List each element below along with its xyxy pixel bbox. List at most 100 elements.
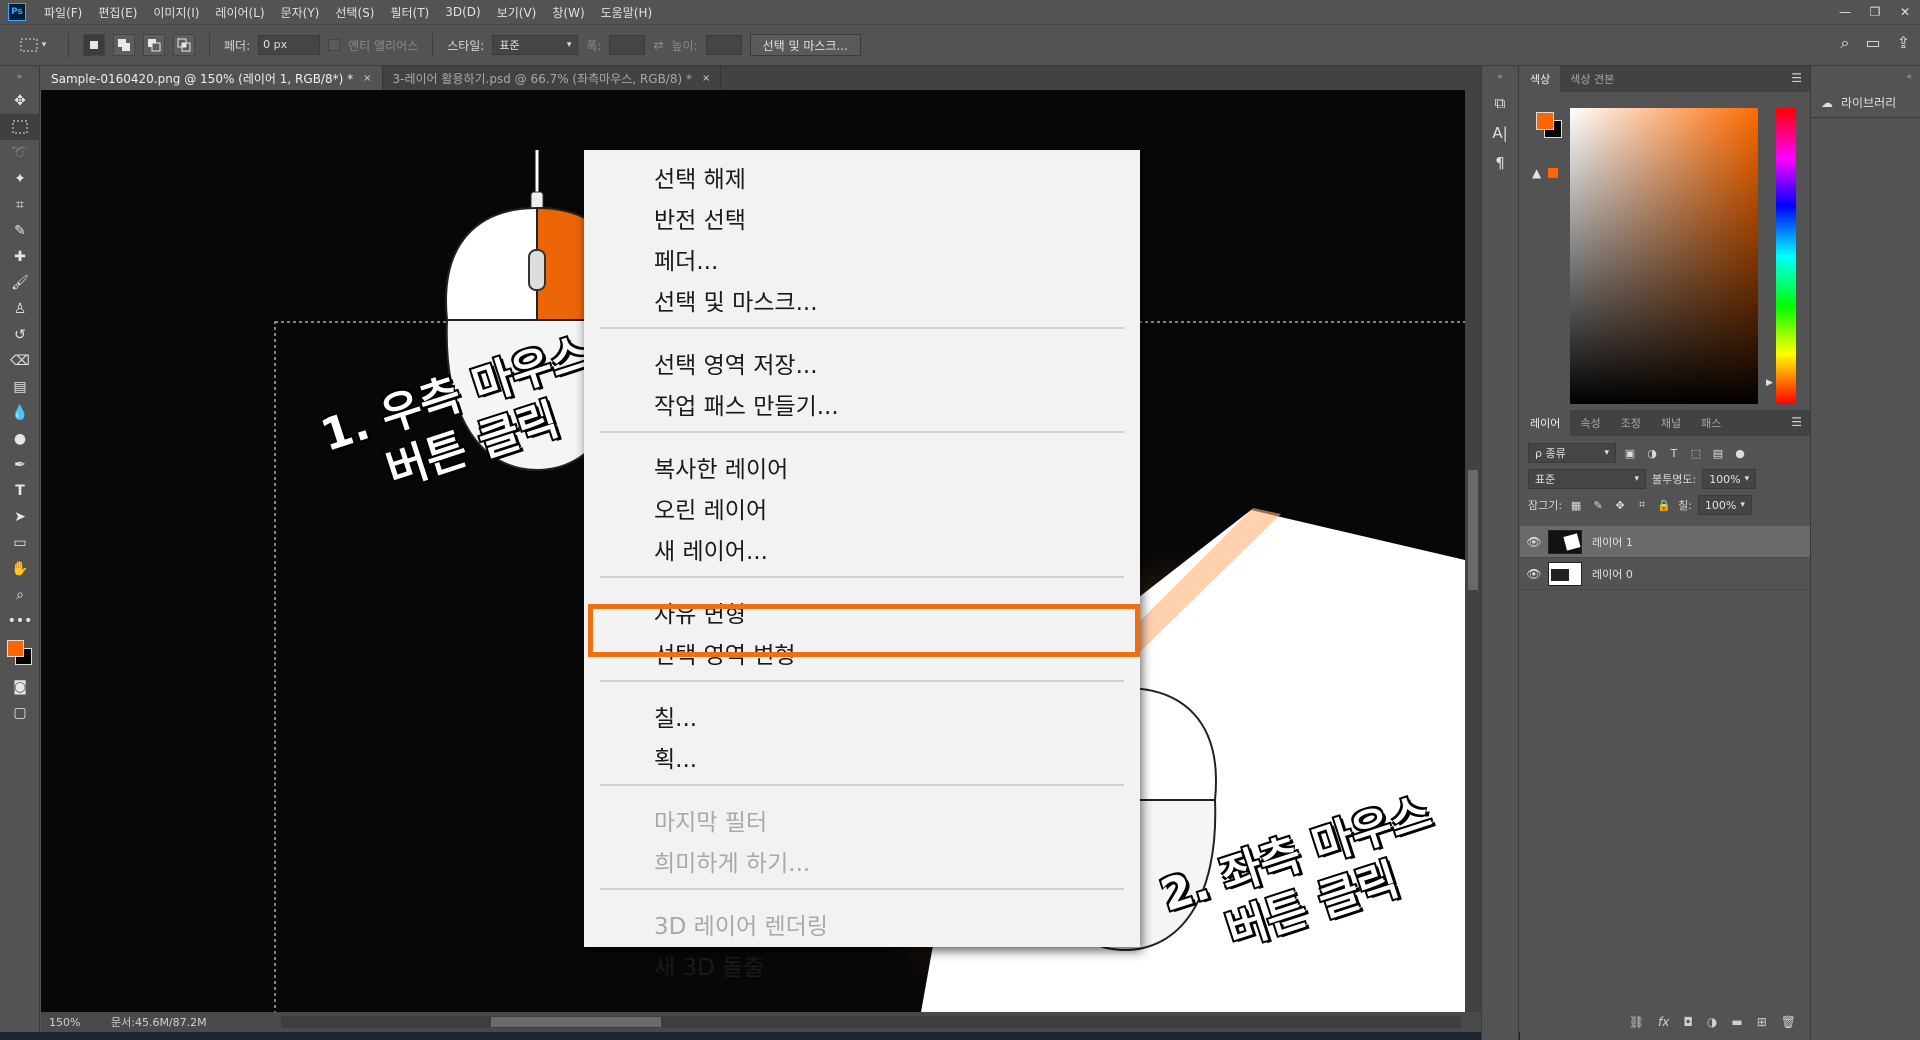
menu-file[interactable]: 파일(F) <box>36 4 90 21</box>
adjustment-filter-icon[interactable]: ◑ <box>1644 445 1660 461</box>
menu-image[interactable]: 이미지(I) <box>145 4 207 21</box>
tab-adjustments[interactable]: 조정 <box>1611 410 1651 436</box>
menu-item-transform-selection[interactable]: 선택 영역 변형 <box>584 632 1140 673</box>
panel-menu-icon[interactable]: ☰ <box>1791 415 1802 429</box>
height-input[interactable] <box>705 35 742 55</box>
rectangle-tool-icon[interactable]: ▭ <box>0 530 40 556</box>
add-selection-button[interactable] <box>113 34 135 56</box>
eraser-tool-icon[interactable]: ⌫ <box>0 348 40 374</box>
workspace-icon[interactable]: ▭ <box>1865 33 1880 53</box>
menu-item-new-3d-extrusion[interactable]: 새 3D 돌출 <box>584 944 1140 985</box>
layer-name[interactable]: 레이어 0 <box>1592 566 1633 582</box>
menu-item-inverse[interactable]: 반전 선택 <box>584 197 1140 238</box>
menu-item-layer-via-cut[interactable]: 오린 레이어 <box>584 487 1140 528</box>
filter-toggle-icon[interactable]: ● <box>1732 445 1748 461</box>
style-select[interactable]: 표준 ▾ <box>492 35 579 55</box>
fx-icon[interactable]: fx <box>1658 1015 1669 1029</box>
close-window-button[interactable]: ✕ <box>1890 0 1920 24</box>
menu-select[interactable]: 선택(S) <box>327 4 382 21</box>
lasso-tool-icon[interactable]: ➰ <box>0 140 40 166</box>
blend-mode-select[interactable]: 표준 ▾ <box>1528 469 1646 489</box>
width-input[interactable] <box>609 35 646 55</box>
menu-item-free-transform[interactable]: 자유 변형 <box>584 591 1140 632</box>
collapse-icon[interactable]: « <box>1811 66 1920 88</box>
vertical-scrollbar[interactable] <box>1465 90 1481 1012</box>
color-field[interactable] <box>1570 108 1758 404</box>
tab-swatches[interactable]: 색상 견본 <box>1560 66 1624 92</box>
intersect-selection-button[interactable] <box>173 34 195 56</box>
search-icon[interactable]: ⌕ <box>1841 33 1850 53</box>
trash-icon[interactable]: 🗑 <box>1781 1015 1796 1029</box>
marquee-tool-icon[interactable] <box>0 114 40 140</box>
screen-mode-icon[interactable]: ▢ <box>0 700 40 726</box>
select-and-mask-button[interactable]: 선택 및 마스크... <box>749 34 861 56</box>
type-tool-icon[interactable]: T <box>0 478 40 504</box>
shape-filter-icon[interactable]: ⬚ <box>1688 445 1704 461</box>
menu-window[interactable]: 창(W) <box>544 4 592 21</box>
paragraph-icon[interactable]: ¶ <box>1482 148 1518 178</box>
menu-view[interactable]: 보기(V) <box>489 4 545 21</box>
adjustment-layer-icon[interactable]: ◑ <box>1707 1015 1717 1029</box>
eye-icon[interactable]: 👁 <box>1520 535 1548 549</box>
smart-object-filter-icon[interactable]: ▤ <box>1710 445 1726 461</box>
feather-input[interactable]: 0 px <box>258 35 321 55</box>
panel-menu-icon[interactable]: ☰ <box>1791 71 1802 85</box>
menu-item-layer-via-copy[interactable]: 복사한 레이어 <box>584 446 1140 487</box>
color-swatches[interactable] <box>0 634 40 674</box>
add-mask-icon[interactable]: ◘ <box>1683 1015 1693 1029</box>
tool-preset-picker[interactable]: ▾ <box>12 32 54 58</box>
clone-stamp-tool-icon[interactable]: ♙ <box>0 296 40 322</box>
eyedropper-tool-icon[interactable]: ✎ <box>0 218 40 244</box>
minimize-button[interactable]: — <box>1830 0 1860 24</box>
scroll-thumb[interactable] <box>491 1017 661 1027</box>
lock-artboard-icon[interactable]: ⌗ <box>1634 497 1650 513</box>
close-icon[interactable]: × <box>702 73 710 84</box>
path-selection-tool-icon[interactable]: ➤ <box>0 504 40 530</box>
crop-tool-icon[interactable]: ⌗ <box>0 192 40 218</box>
link-layers-icon[interactable]: ⛓ <box>1629 1015 1644 1029</box>
menu-filter[interactable]: 필터(T) <box>382 4 437 21</box>
menu-type[interactable]: 문자(Y) <box>273 4 328 21</box>
lock-transparency-icon[interactable]: ▦ <box>1568 497 1584 513</box>
character-icon[interactable]: A| <box>1482 118 1518 148</box>
swap-icon[interactable]: ⇄ <box>653 38 663 52</box>
magic-wand-tool-icon[interactable]: ✦ <box>0 166 40 192</box>
menu-item-fill[interactable]: 칠... <box>584 695 1140 736</box>
blur-tool-icon[interactable]: 💧 <box>0 400 40 426</box>
tab-paths[interactable]: 패스 <box>1691 410 1731 436</box>
menu-layer[interactable]: 레이어(L) <box>207 4 272 21</box>
gamut-swatch[interactable] <box>1548 168 1558 178</box>
scroll-thumb[interactable] <box>1468 470 1478 590</box>
library-button[interactable]: ☁ 라이브러리 <box>1811 88 1920 118</box>
move-tool-icon[interactable]: ✥ <box>0 88 40 114</box>
menu-item-make-work-path[interactable]: 작업 패스 만들기... <box>584 383 1140 424</box>
collapse-icon[interactable]: « <box>1482 66 1518 88</box>
restore-button[interactable]: ❐ <box>1860 0 1890 24</box>
foreground-color-swatch[interactable] <box>1536 112 1554 130</box>
tab-layers[interactable]: 레이어 <box>1520 410 1571 436</box>
menu-item-select-and-mask[interactable]: 선택 및 마스크... <box>584 279 1140 320</box>
gradient-tool-icon[interactable]: ▤ <box>0 374 40 400</box>
menu-help[interactable]: 도움말(H) <box>593 4 661 21</box>
group-folder-icon[interactable]: ▬ <box>1731 1015 1742 1029</box>
menu-3d[interactable]: 3D(D) <box>437 5 488 19</box>
zoom-tool-icon[interactable]: ⌕ <box>0 582 40 608</box>
hand-tool-icon[interactable]: ✋ <box>0 556 40 582</box>
zoom-level[interactable]: 150% <box>41 1016 111 1029</box>
lock-all-icon[interactable]: 🔒 <box>1656 497 1672 513</box>
tab-layer-psd[interactable]: 3-레이어 활용하기.psd @ 66.7% (좌측마우스, RGB/8) * … <box>383 66 722 90</box>
menu-item-new-layer[interactable]: 새 레이어... <box>584 528 1140 569</box>
history-icon[interactable]: ⧉ <box>1482 88 1518 118</box>
new-layer-icon[interactable]: ⊞ <box>1757 1015 1767 1029</box>
tab-sample-png[interactable]: Sample-0160420.png @ 150% (레이어 1, RGB/8*… <box>41 66 383 90</box>
menu-item-stroke[interactable]: 획... <box>584 736 1140 777</box>
foreground-color-swatch[interactable] <box>7 640 24 657</box>
dodge-tool-icon[interactable]: ● <box>0 426 40 452</box>
eye-icon[interactable]: 👁 <box>1520 567 1548 581</box>
layer-row[interactable]: 👁 레이어 0 <box>1520 558 1810 590</box>
brush-tool-icon[interactable]: 🖌 <box>0 270 40 296</box>
subtract-selection-button[interactable] <box>143 34 165 56</box>
pen-tool-icon[interactable]: ✒ <box>0 452 40 478</box>
share-icon[interactable]: ⇪ <box>1897 33 1910 53</box>
healing-brush-tool-icon[interactable]: ✚ <box>0 244 40 270</box>
